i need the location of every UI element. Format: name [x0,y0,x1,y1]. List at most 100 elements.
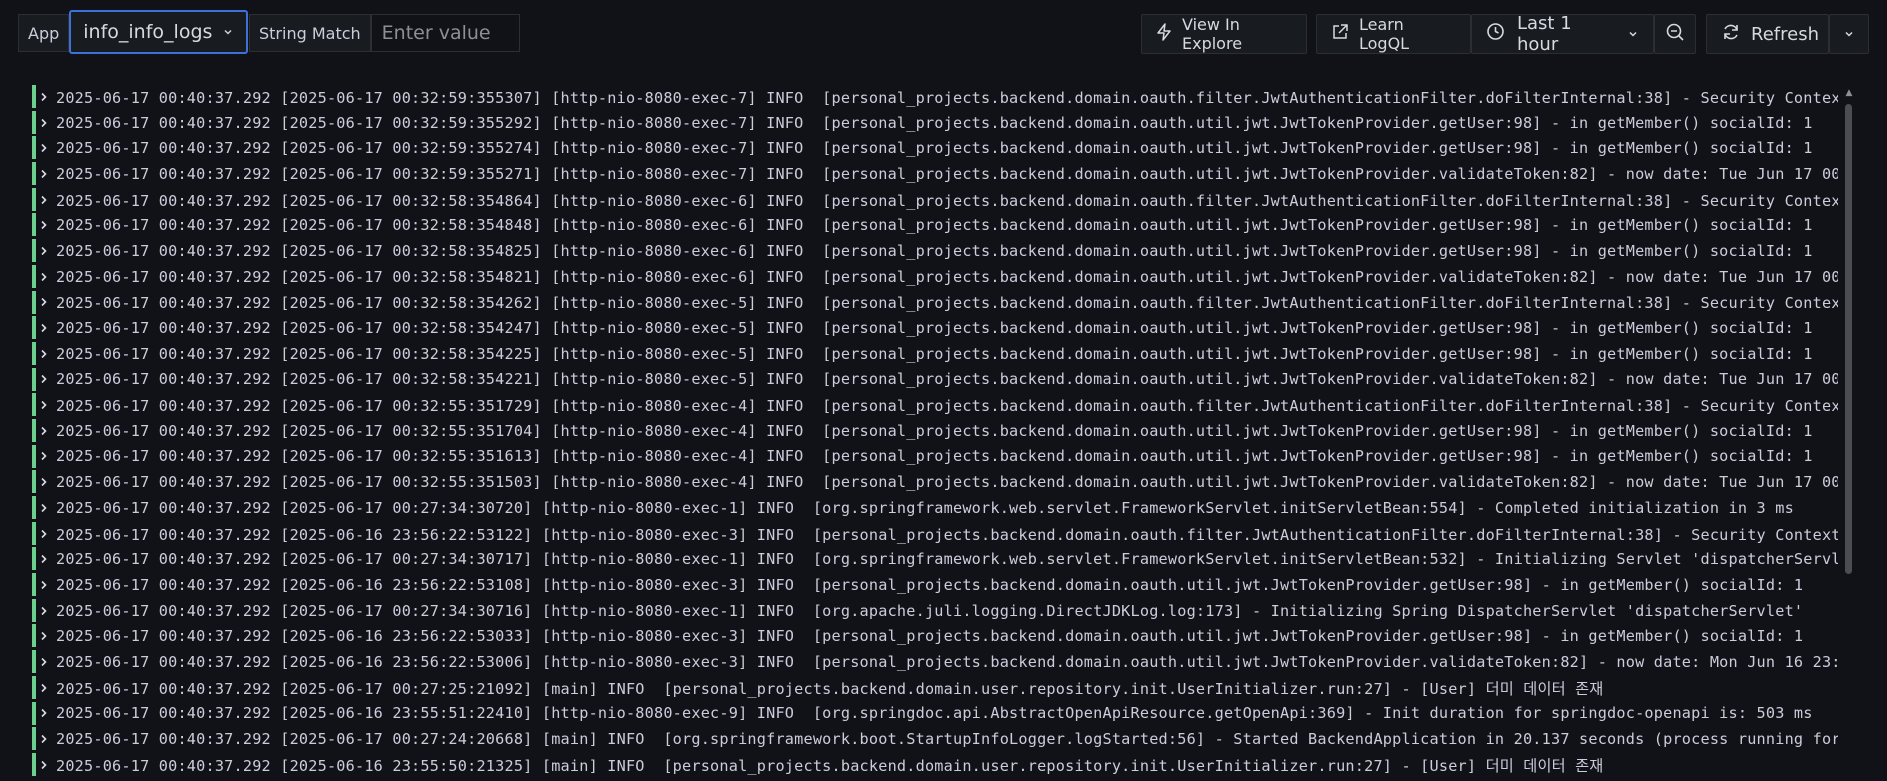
log-row[interactable]: 2025-06-17 00:40:37.292 [2025-06-17 00:3… [32,84,1838,110]
log-level-indicator [32,187,36,211]
string-match-input[interactable]: Enter value [370,14,520,52]
log-line-text: 2025-06-17 00:40:37.292 [2025-06-17 00:3… [56,344,1813,363]
chevron-right-icon[interactable] [39,546,49,572]
log-row[interactable]: 2025-06-17 00:40:37.292 [2025-06-17 00:3… [32,135,1838,161]
chevron-right-icon[interactable] [39,341,49,367]
app-select-value: info_info_logs [83,20,213,43]
chevron-right-icon[interactable] [39,521,49,547]
log-row[interactable]: 2025-06-17 00:40:37.292 [2025-06-16 23:5… [32,623,1838,649]
log-row[interactable]: 2025-06-17 00:40:37.292 [2025-06-16 23:5… [32,649,1838,675]
chevron-down-icon [1843,25,1855,44]
log-level-indicator [32,650,36,674]
chevron-right-icon[interactable] [39,161,49,187]
view-in-explore-label: View In Explore [1182,15,1243,53]
view-in-explore-button[interactable]: View In Explore [1141,14,1307,54]
log-level-indicator [32,675,36,699]
chevron-right-icon[interactable] [39,469,49,495]
log-line-text: 2025-06-17 00:40:37.292 [2025-06-17 00:3… [56,88,1838,107]
zoom-out-icon [1665,22,1685,46]
string-match-label: String Match [249,14,371,52]
log-line-text: 2025-06-17 00:40:37.292 [2025-06-17 00:2… [56,679,1604,698]
chevron-right-icon[interactable] [39,701,49,727]
log-line-text: 2025-06-17 00:40:37.292 [2025-06-17 00:3… [56,294,1838,313]
log-level-indicator [32,496,36,519]
scrollbar-thumb[interactable] [1845,104,1852,574]
chevron-right-icon[interactable] [39,495,49,521]
zoom-out-button[interactable] [1654,14,1696,54]
chevron-right-icon[interactable] [39,315,49,341]
log-row[interactable]: 2025-06-17 00:40:37.292 [2025-06-17 00:3… [32,444,1838,470]
log-row[interactable]: 2025-06-17 00:40:37.292 [2025-06-17 00:3… [32,418,1838,444]
chevron-right-icon[interactable] [39,752,49,778]
chevron-right-icon[interactable] [39,264,49,290]
chevron-right-icon[interactable] [39,572,49,598]
log-row[interactable]: 2025-06-17 00:40:37.292 [2025-06-17 00:3… [32,341,1838,367]
chevron-right-icon[interactable] [39,290,49,316]
log-row[interactable]: 2025-06-17 00:40:37.292 [2025-06-17 00:2… [32,546,1838,572]
log-row[interactable]: 2025-06-17 00:40:37.292 [2025-06-17 00:3… [32,238,1838,264]
refresh-button[interactable]: Refresh [1706,14,1829,54]
chevron-down-icon [222,21,234,43]
log-row[interactable]: 2025-06-17 00:40:37.292 [2025-06-17 00:2… [32,495,1838,521]
log-line-text: 2025-06-17 00:40:37.292 [2025-06-16 23:5… [56,756,1604,775]
log-row[interactable]: 2025-06-17 00:40:37.292 [2025-06-17 00:2… [32,675,1838,701]
refresh-interval-dropdown[interactable] [1829,14,1869,54]
app-variable: App info_info_logs [18,9,249,54]
log-row[interactable]: 2025-06-17 00:40:37.292 [2025-06-16 23:5… [32,701,1838,727]
chevron-right-icon[interactable] [39,212,49,238]
chevron-right-icon[interactable] [39,135,49,161]
dashboard-toolbar: App info_info_logs String Match Enter va… [0,0,1887,68]
log-line-text: 2025-06-17 00:40:37.292 [2025-06-17 00:3… [56,191,1838,210]
log-line-text: 2025-06-17 00:40:37.292 [2025-06-17 00:2… [56,550,1838,569]
log-row[interactable]: 2025-06-17 00:40:37.292 [2025-06-17 00:3… [32,110,1838,136]
refresh-label: Refresh [1751,23,1819,45]
chevron-right-icon[interactable] [39,418,49,444]
chevron-right-icon[interactable] [39,598,49,624]
log-row[interactable]: 2025-06-17 00:40:37.292 [2025-06-17 00:2… [32,726,1838,752]
log-row[interactable]: 2025-06-17 00:40:37.292 [2025-06-17 00:3… [32,264,1838,290]
chevron-right-icon[interactable] [39,623,49,649]
string-match-variable: String Match Enter value [249,14,520,52]
scrollbar[interactable]: ▲ [1845,88,1853,781]
log-row[interactable]: 2025-06-17 00:40:37.292 [2025-06-17 00:3… [32,315,1838,341]
chevron-right-icon[interactable] [39,675,49,701]
chevron-right-icon[interactable] [39,444,49,470]
log-level-indicator [32,316,36,340]
app-select[interactable]: info_info_logs [69,9,249,54]
chevron-right-icon[interactable] [39,367,49,393]
chevron-right-icon[interactable] [39,110,49,136]
log-row[interactable]: 2025-06-17 00:40:37.292 [2025-06-17 00:3… [32,161,1838,187]
log-list: 2025-06-17 00:40:37.292 [2025-06-17 00:3… [32,84,1838,781]
log-line-text: 2025-06-17 00:40:37.292 [2025-06-17 00:3… [56,473,1838,492]
log-row[interactable]: 2025-06-17 00:40:37.292 [2025-06-17 00:3… [32,469,1838,495]
chevron-right-icon[interactable] [39,187,49,213]
chevron-right-icon[interactable] [39,238,49,264]
log-line-text: 2025-06-17 00:40:37.292 [2025-06-17 00:3… [56,421,1813,440]
log-row[interactable]: 2025-06-17 00:40:37.292 [2025-06-16 23:5… [32,572,1838,598]
chevron-right-icon[interactable] [39,84,49,110]
time-range-picker[interactable]: Last 1 hour [1471,13,1654,55]
log-row[interactable]: 2025-06-17 00:40:37.292 [2025-06-16 23:5… [32,752,1838,778]
log-line-text: 2025-06-17 00:40:37.292 [2025-06-16 23:5… [56,652,1838,671]
log-row[interactable]: 2025-06-17 00:40:37.292 [2025-06-17 00:3… [32,392,1838,418]
learn-logql-button[interactable]: Learn LogQL [1316,14,1471,54]
log-level-indicator [32,598,36,622]
chevron-right-icon[interactable] [39,649,49,675]
log-line-text: 2025-06-17 00:40:37.292 [2025-06-16 23:5… [56,575,1804,594]
log-row[interactable]: 2025-06-17 00:40:37.292 [2025-06-17 00:2… [32,598,1838,624]
lightning-icon [1156,23,1172,45]
chevron-right-icon[interactable] [39,726,49,752]
log-row[interactable]: 2025-06-17 00:40:37.292 [2025-06-17 00:3… [32,367,1838,393]
log-row[interactable]: 2025-06-17 00:40:37.292 [2025-06-16 23:5… [32,521,1838,547]
log-line-text: 2025-06-17 00:40:37.292 [2025-06-17 00:3… [56,241,1813,260]
log-level-indicator [32,470,36,494]
chevron-right-icon[interactable] [39,392,49,418]
log-row[interactable]: 2025-06-17 00:40:37.292 [2025-06-17 00:3… [32,187,1838,213]
learn-logql-label: Learn LogQL [1359,15,1410,53]
log-line-text: 2025-06-17 00:40:37.292 [2025-06-17 00:2… [56,601,1804,620]
scroll-up-arrow-icon[interactable]: ▲ [1845,88,1853,98]
log-row[interactable]: 2025-06-17 00:40:37.292 [2025-06-17 00:3… [32,212,1838,238]
log-row[interactable]: 2025-06-17 00:40:37.292 [2025-06-17 00:3… [32,290,1838,316]
log-line-text: 2025-06-17 00:40:37.292 [2025-06-17 00:2… [56,498,1794,517]
log-line-text: 2025-06-17 00:40:37.292 [2025-06-16 23:5… [56,525,1838,544]
